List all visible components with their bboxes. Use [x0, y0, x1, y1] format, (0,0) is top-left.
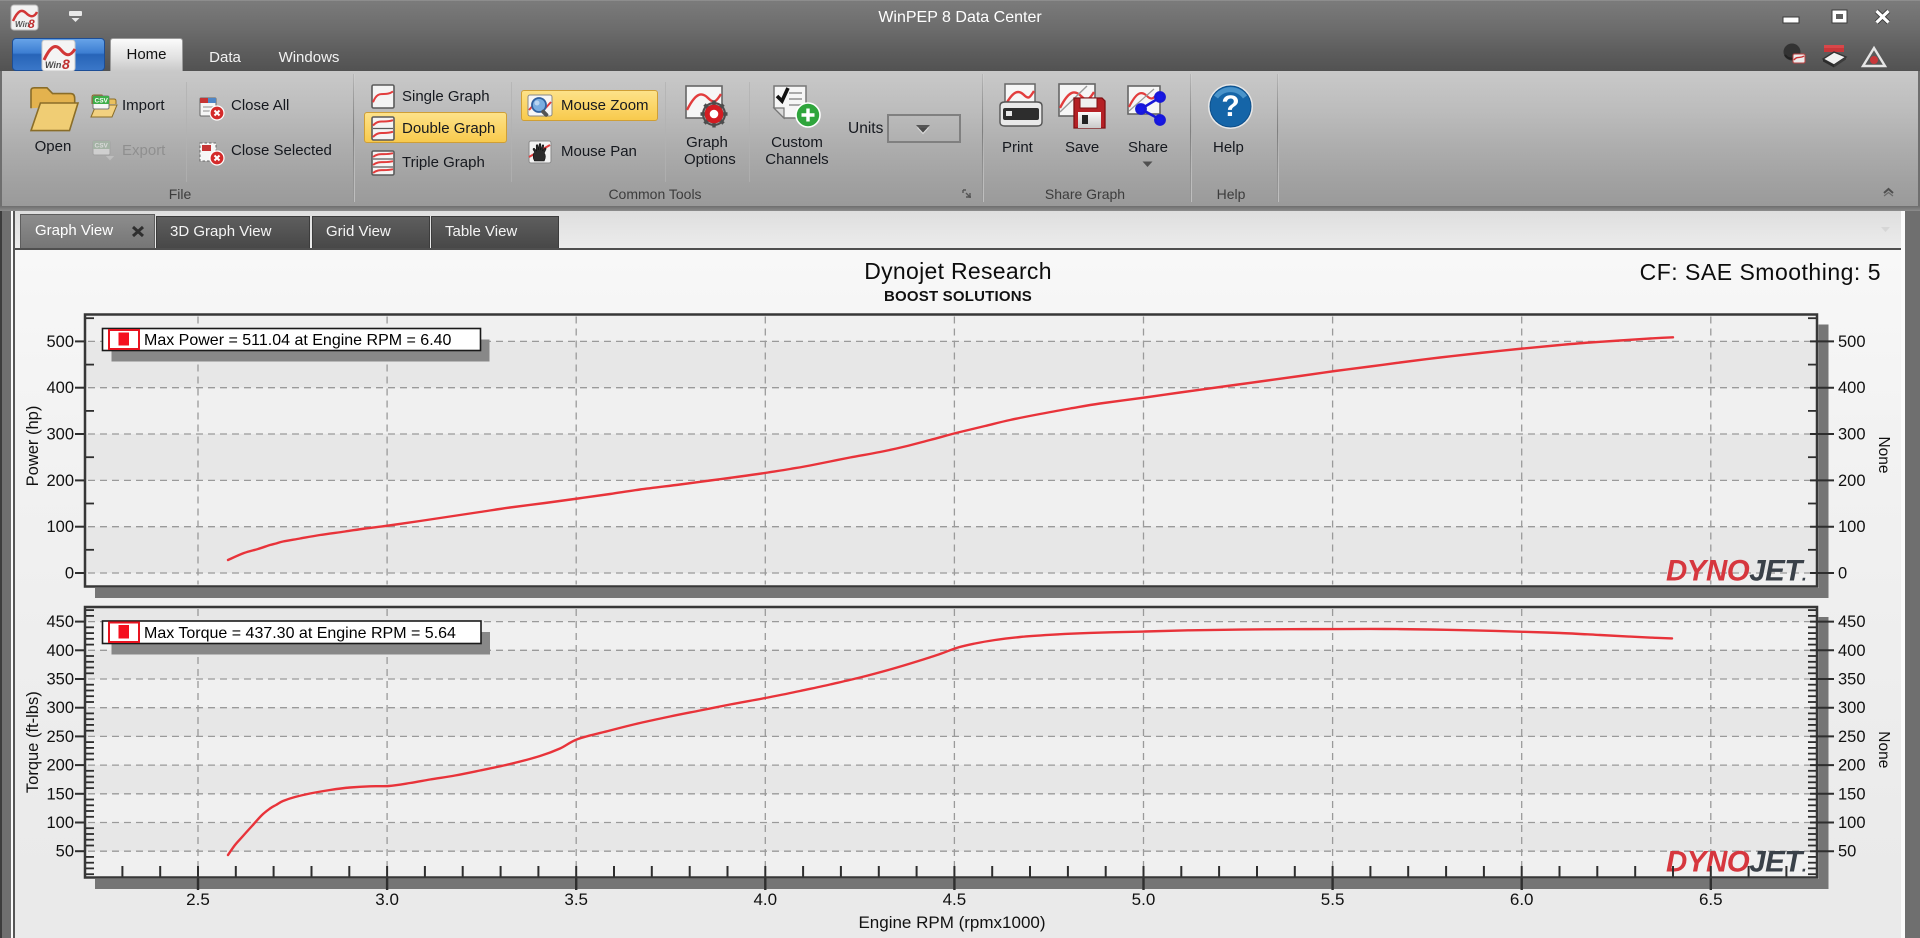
svg-text:300: 300: [46, 699, 74, 717]
svg-text:450: 450: [1838, 613, 1866, 631]
svg-text:50: 50: [56, 843, 74, 861]
svg-text:Max Power = 511.04 at Engine R: Max Power = 511.04 at Engine RPM = 6.40: [144, 332, 452, 349]
svg-text:2.5: 2.5: [186, 890, 210, 909]
svg-text:Power (hp): Power (hp): [24, 406, 42, 487]
svg-text:Torque (ft-lbs): Torque (ft-lbs): [24, 691, 42, 793]
svg-text:350: 350: [46, 671, 74, 689]
svg-text:Max Torque = 437.30 at Engine: Max Torque = 437.30 at Engine RPM = 5.64: [144, 625, 456, 642]
svg-text:3.5: 3.5: [564, 890, 588, 909]
svg-text:150: 150: [1838, 785, 1866, 803]
svg-text:BOOST SOLUTIONS: BOOST SOLUTIONS: [884, 288, 1032, 305]
svg-text:100: 100: [1838, 814, 1866, 832]
svg-text:300: 300: [1838, 699, 1866, 717]
svg-text:100: 100: [46, 814, 74, 832]
svg-text:4.5: 4.5: [943, 890, 967, 909]
svg-text:DYNOJET.: DYNOJET.: [1666, 846, 1806, 879]
svg-text:200: 200: [46, 472, 74, 490]
svg-text:450: 450: [46, 613, 74, 631]
svg-text:250: 250: [1838, 728, 1866, 746]
svg-text:Engine RPM (rpmx1000): Engine RPM (rpmx1000): [858, 913, 1045, 932]
svg-text:Dynojet Research: Dynojet Research: [864, 258, 1052, 284]
svg-text:400: 400: [1838, 379, 1866, 397]
svg-text:300: 300: [46, 426, 74, 444]
svg-text:4.0: 4.0: [753, 890, 777, 909]
svg-text:350: 350: [1838, 671, 1866, 689]
svg-text:6.5: 6.5: [1699, 890, 1723, 909]
svg-text:CF: SAE Smoothing: 5: CF: SAE Smoothing: 5: [1640, 259, 1881, 285]
svg-text:200: 200: [1838, 472, 1866, 490]
svg-text:5.5: 5.5: [1321, 890, 1345, 909]
svg-text:DYNOJET.: DYNOJET.: [1666, 555, 1806, 588]
svg-text:100: 100: [1838, 518, 1866, 536]
svg-text:400: 400: [1838, 642, 1866, 660]
svg-text:None: None: [1875, 731, 1892, 768]
svg-text:500: 500: [1838, 333, 1866, 351]
svg-text:400: 400: [46, 379, 74, 397]
svg-text:400: 400: [46, 642, 74, 660]
svg-text:500: 500: [46, 333, 74, 351]
svg-text:300: 300: [1838, 426, 1866, 444]
svg-text:200: 200: [1838, 757, 1866, 775]
svg-text:50: 50: [1838, 843, 1856, 861]
svg-text:200: 200: [46, 757, 74, 775]
svg-text:150: 150: [46, 785, 74, 803]
svg-text:0: 0: [65, 565, 74, 583]
svg-text:250: 250: [46, 728, 74, 746]
svg-text:3.0: 3.0: [375, 890, 399, 909]
svg-text:5.0: 5.0: [1132, 890, 1156, 909]
svg-text:None: None: [1875, 436, 1892, 473]
svg-text:100: 100: [46, 518, 74, 536]
svg-text:0: 0: [1838, 565, 1847, 583]
svg-text:6.0: 6.0: [1510, 890, 1534, 909]
